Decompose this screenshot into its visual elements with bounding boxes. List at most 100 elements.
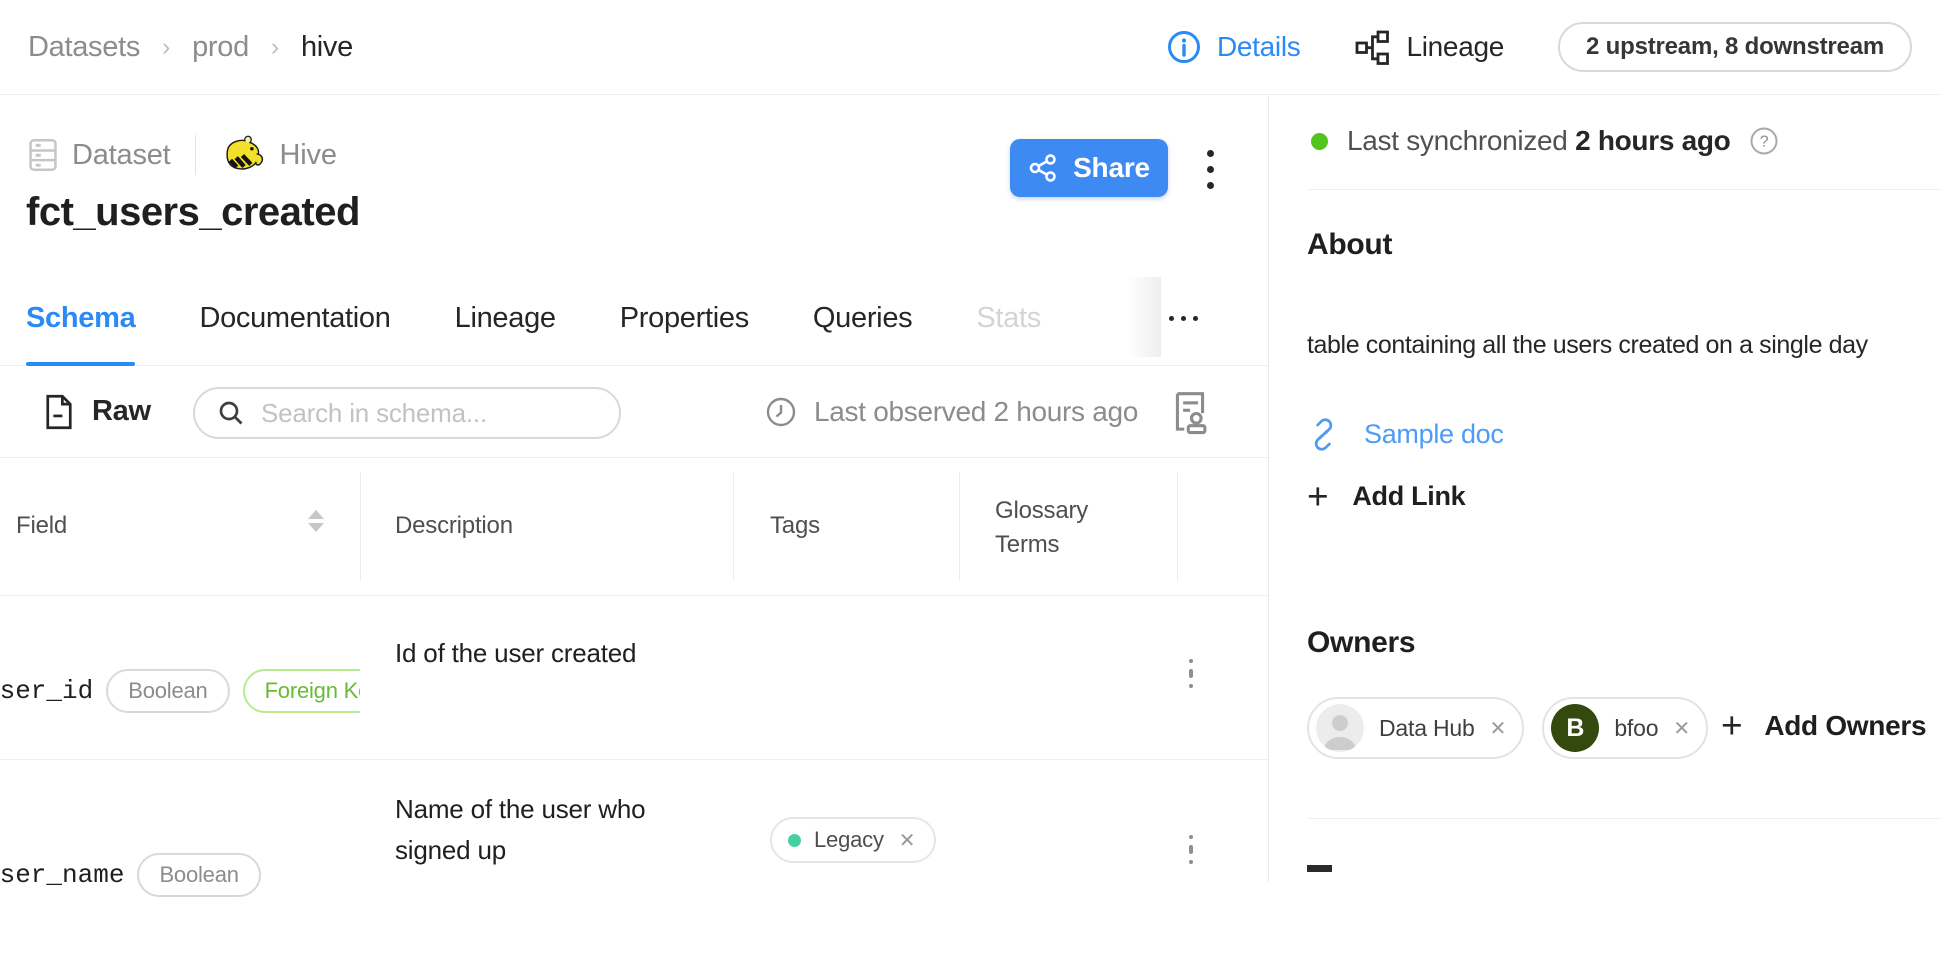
column-header-description: Description (395, 512, 513, 540)
owner-chips: Data Hub ✕ B bfoo ✕ (1307, 697, 1708, 759)
sidebar-divider (1307, 189, 1942, 190)
tabs-overflow-button[interactable] (1160, 271, 1206, 365)
search-icon (217, 399, 245, 427)
plus-icon: + (1721, 711, 1742, 741)
column-header-tags: Tags (770, 512, 820, 540)
help-icon[interactable]: ? (1749, 126, 1779, 156)
dataset-title: fct_users_created (26, 190, 360, 235)
sample-doc-link[interactable]: Sample doc (1307, 418, 1504, 451)
owner-chip-bfoo[interactable]: B bfoo ✕ (1542, 697, 1708, 759)
remove-owner-icon[interactable]: ✕ (1490, 716, 1507, 741)
tab-documentation[interactable]: Documentation (199, 271, 390, 365)
field-description[interactable]: Name of the user who signed up (395, 789, 705, 871)
column-header-glossary-terms: Glossary Terms (995, 494, 1117, 562)
add-owners-button[interactable]: + Add Owners (1721, 710, 1926, 742)
lineage-count-text: 2 upstream, 8 downstream (1586, 33, 1884, 61)
field-description[interactable]: Id of the user created (395, 633, 705, 674)
lineage-view-toggle[interactable]: Lineage (1354, 29, 1504, 66)
add-link-label: Add Link (1352, 481, 1465, 512)
entity-sidebar: Last synchronized 2 hours ago ? About ta… (1269, 96, 1942, 882)
share-icon (1028, 153, 1058, 183)
breadcrumb-prod[interactable]: prod (192, 31, 249, 64)
owner-name: bfoo (1614, 715, 1658, 742)
remove-owner-icon[interactable]: ✕ (1673, 716, 1690, 741)
table-row[interactable]: user_id Boolean Foreign Key Id of the us… (0, 595, 1268, 760)
row-menu-icon[interactable] (1176, 659, 1206, 688)
tab-stats: Stats (976, 271, 1041, 365)
add-link-button[interactable]: + Add Link (1307, 481, 1465, 512)
about-description: table containing all the users created o… (1307, 324, 1929, 367)
owner-name: Data Hub (1379, 715, 1475, 742)
sort-icon[interactable] (308, 510, 324, 532)
avatar (1316, 704, 1364, 752)
sample-doc-label: Sample doc (1364, 419, 1504, 450)
tab-schema[interactable]: Schema (26, 271, 135, 365)
tag-legacy[interactable]: Legacy ✕ (770, 817, 936, 863)
dataset-main-panel: Dataset Hive fct_users_created Share (0, 96, 1268, 882)
field-name: user_id (0, 676, 93, 706)
field-name: user_name (0, 860, 124, 890)
owner-chip-datahub[interactable]: Data Hub ✕ (1307, 697, 1524, 759)
table-row[interactable]: user_name Boolean Name of the user who s… (0, 759, 1268, 979)
sync-status-dot (1311, 133, 1328, 150)
tabs-scroll-fade (1127, 277, 1161, 357)
schema-search (193, 387, 621, 439)
divider (195, 135, 196, 175)
about-section-title: About (1307, 228, 1392, 262)
foreign-key-badge[interactable]: Foreign Key (243, 669, 360, 713)
tab-queries[interactable]: Queries (813, 271, 912, 365)
share-button[interactable]: Share (1010, 139, 1168, 197)
clock-icon (765, 396, 797, 428)
next-section-clipped (1307, 865, 1332, 872)
field-cell: user_id Boolean Foreign Key (0, 595, 360, 759)
avatar: B (1551, 704, 1599, 752)
lineage-graph-icon (1354, 29, 1391, 66)
share-label: Share (1073, 152, 1150, 184)
tab-lineage[interactable]: Lineage (455, 271, 556, 365)
topbar-view-controls: Details Lineage 2 upstream, 8 downstream (1166, 22, 1912, 72)
column-divider (360, 472, 361, 581)
type-badge: Boolean (106, 669, 229, 713)
breadcrumb: Datasets › prod › hive (28, 31, 353, 64)
last-observed-text: Last observed 2 hours ago (814, 396, 1138, 428)
row-menu-icon[interactable] (1176, 835, 1206, 864)
details-label: Details (1217, 31, 1301, 63)
lineage-label: Lineage (1406, 31, 1504, 63)
schema-search-input[interactable] (259, 397, 609, 430)
details-view-toggle[interactable]: Details (1166, 29, 1301, 65)
top-navigation-bar: Datasets › prod › hive Details (0, 0, 1942, 95)
tab-properties[interactable]: Properties (620, 271, 749, 365)
tag-color-dot (788, 834, 801, 847)
hive-logo (220, 133, 266, 177)
svg-text:?: ? (1760, 134, 1769, 151)
raw-toggle-button[interactable]: Raw (44, 366, 151, 457)
breadcrumb-datasets[interactable]: Datasets (28, 31, 140, 64)
field-cell: user_name Boolean (0, 759, 360, 979)
last-observed: Last observed 2 hours ago (765, 366, 1138, 457)
column-divider (959, 472, 960, 581)
schema-toolbar: Raw Last observed 2 hours ago (0, 366, 1268, 458)
column-divider (733, 472, 734, 581)
remove-tag-icon[interactable]: ✕ (899, 828, 916, 853)
platform-label: Hive (280, 139, 337, 172)
tag-name: Legacy (814, 827, 884, 853)
owners-section-title: Owners (1307, 626, 1415, 660)
entity-tabs: Schema Documentation Lineage Properties … (0, 271, 1268, 366)
info-icon (1166, 29, 1202, 65)
entity-type-row: Dataset Hive (28, 133, 337, 177)
breadcrumb-separator: › (271, 33, 279, 62)
column-header-field[interactable]: Field (16, 512, 67, 540)
sidebar-divider (1307, 818, 1942, 819)
last-synchronized: Last synchronized 2 hours ago ? (1311, 119, 1779, 163)
column-divider (1177, 472, 1178, 581)
breadcrumb-separator: › (162, 33, 170, 62)
sync-time: 2 hours ago (1575, 125, 1730, 156)
entity-type-label: Dataset (72, 139, 171, 172)
breadcrumb-hive[interactable]: hive (301, 31, 353, 64)
lineage-count-badge[interactable]: 2 upstream, 8 downstream (1558, 22, 1912, 72)
audit-log-icon[interactable] (1166, 388, 1214, 436)
entity-more-menu[interactable] (1188, 142, 1232, 196)
type-badge: Boolean (137, 853, 260, 897)
link-icon (1307, 418, 1340, 451)
dataset-icon (28, 138, 58, 172)
